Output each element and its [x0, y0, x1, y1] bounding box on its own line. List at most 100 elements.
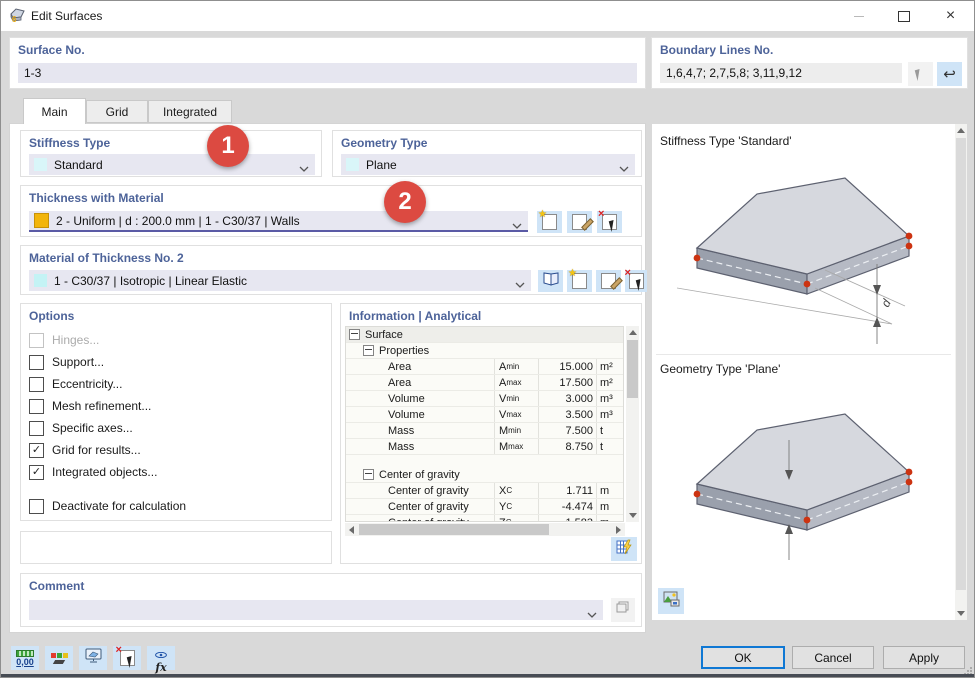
scroll-thumb[interactable]: [627, 340, 638, 398]
scroll-down-arrow[interactable]: [955, 607, 967, 620]
option-specific-axes[interactable]: Specific axes...: [29, 420, 133, 436]
table-row: Center of gravity ZC 1.583 m: [346, 515, 623, 521]
tree-row-surface[interactable]: Surface: [346, 327, 623, 343]
delete-thickness-button[interactable]: ×: [597, 208, 622, 233]
table-row: Area Amin 15.000 m²: [346, 359, 623, 375]
thickness-value: 2 - Uniform | d : 200.0 mm | 1 - C30/37 …: [56, 213, 300, 228]
support-checkbox[interactable]: [29, 354, 44, 370]
preview-panel: Stiffness Type 'Standard' d Geometry Typ…: [651, 123, 968, 621]
scroll-down-arrow[interactable]: [626, 509, 639, 522]
boundary-lines-input[interactable]: 1,6,4,7; 2,7,5,8; 3,11,9,12: [660, 63, 902, 83]
geometry-type-value: Plane: [366, 157, 397, 172]
chevron-down-icon: [619, 161, 629, 175]
information-label: Information | Analytical: [349, 309, 482, 323]
title-bar[interactable]: 6 Edit Surfaces ×: [1, 1, 974, 31]
units-text: 0,00: [16, 656, 34, 667]
boundary-lines-value: 1,6,4,7; 2,7,5,8; 3,11,9,12: [666, 66, 802, 80]
deactivate-checkbox[interactable]: [29, 498, 44, 514]
minimize-icon: [853, 15, 864, 17]
material-label: Material of Thickness No. 2: [29, 251, 184, 265]
ok-button[interactable]: OK: [701, 646, 785, 669]
stiffness-type-value: Standard: [54, 157, 103, 172]
comment-label: Comment: [29, 579, 85, 593]
formula-view-button[interactable]: fx: [147, 645, 175, 674]
edit-thickness-button[interactable]: [567, 211, 594, 233]
information-table[interactable]: Surface Properties Area Amin 15.000 m² A…: [345, 326, 624, 522]
rendering-view-button[interactable]: [79, 646, 107, 670]
reselect-lines-button[interactable]: ↩: [937, 62, 962, 86]
option-hinges: Hinges...: [29, 332, 99, 348]
table-row: Area Amax 17.500 m²: [346, 375, 623, 391]
info-horizontal-scrollbar[interactable]: [345, 523, 625, 536]
fx-text: fx: [155, 660, 167, 674]
tab-grid[interactable]: Grid: [86, 100, 148, 123]
eye-icon: [155, 645, 167, 663]
option-mesh-refinement[interactable]: Mesh refinement...: [29, 398, 151, 414]
color-squares-icon: [50, 652, 68, 658]
thickness-select[interactable]: 2 - Uniform | d : 200.0 mm | 1 - C30/37 …: [29, 211, 528, 232]
result-table-button[interactable]: [611, 537, 637, 561]
delete-material-icon: ×: [625, 267, 647, 291]
material-select[interactable]: 1 - C30/37 | Isotropic | Linear Elastic: [29, 270, 531, 291]
deactivate-label: Deactivate for calculation: [52, 499, 187, 513]
monitor-icon: [85, 648, 102, 668]
geometry-illustration: [677, 382, 932, 582]
option-eccentricity[interactable]: Eccentricity...: [29, 376, 122, 392]
collapse-icon[interactable]: [349, 329, 360, 340]
specific-axes-checkbox[interactable]: [29, 420, 44, 436]
integrated-objects-checkbox[interactable]: ✓: [29, 464, 44, 480]
comment-select[interactable]: [29, 600, 603, 620]
dimension-d-label: d: [878, 297, 894, 310]
cancel-button[interactable]: Cancel: [792, 646, 874, 669]
edit-material-button[interactable]: [596, 270, 623, 292]
collapse-icon[interactable]: [363, 345, 374, 356]
table-lightning-icon: [616, 539, 633, 560]
apply-button[interactable]: Apply: [883, 646, 965, 669]
grid-for-results-label: Grid for results...: [52, 443, 141, 457]
tab-main[interactable]: Main: [23, 98, 86, 124]
geometry-type-select[interactable]: Plane: [341, 154, 635, 175]
scroll-thumb[interactable]: [359, 524, 549, 535]
tree-row-properties[interactable]: Properties: [346, 343, 623, 359]
geometry-type-label: Geometry Type: [341, 136, 428, 150]
stiffness-illustration: d: [676, 156, 932, 356]
display-properties-button[interactable]: [45, 646, 73, 670]
stiffness-type-select[interactable]: Standard: [29, 154, 315, 175]
eccentricity-checkbox[interactable]: [29, 376, 44, 392]
tab-integrated[interactable]: Integrated: [148, 100, 232, 123]
mesh-refinement-label: Mesh refinement...: [52, 399, 152, 413]
preview-image-button[interactable]: [658, 588, 684, 614]
table-row: Mass Mmin 7.500 t: [346, 423, 623, 439]
units-settings-button[interactable]: 0,00: [11, 646, 39, 670]
scroll-thumb[interactable]: [956, 138, 966, 590]
grid-for-results-checkbox[interactable]: ✓: [29, 442, 44, 458]
boundary-lines-label: Boundary Lines No.: [660, 43, 774, 57]
option-grid-for-results[interactable]: ✓ Grid for results...: [29, 442, 141, 458]
scroll-up-arrow[interactable]: [955, 124, 967, 137]
delete-material-button[interactable]: ×: [625, 267, 647, 292]
info-vertical-scrollbar[interactable]: [626, 326, 639, 522]
delete-surface-button[interactable]: ×: [113, 644, 141, 670]
option-support[interactable]: Support...: [29, 354, 104, 370]
undo-arrow-icon: ↩: [943, 66, 956, 83]
surface-no-group: Surface No. 1-3: [9, 37, 646, 89]
scroll-right-arrow[interactable]: [612, 523, 625, 536]
preview-scrollbar[interactable]: [955, 124, 967, 620]
ruler-icon: [16, 649, 34, 657]
scroll-left-arrow[interactable]: [345, 523, 358, 536]
layers-icon: [616, 601, 630, 619]
collapse-icon[interactable]: [363, 469, 374, 480]
close-button[interactable]: ×: [926, 1, 974, 31]
scroll-up-arrow[interactable]: [626, 326, 639, 339]
material-library-button[interactable]: [538, 270, 563, 292]
new-thickness-button[interactable]: ★: [537, 209, 562, 233]
tree-row-center-of-gravity[interactable]: Center of gravity: [346, 467, 623, 483]
minimize-button[interactable]: [836, 1, 881, 31]
maximize-button[interactable]: [881, 1, 926, 31]
mesh-refinement-checkbox[interactable]: [29, 398, 44, 414]
new-material-button[interactable]: ★: [567, 268, 592, 292]
surface-no-input[interactable]: 1-3: [18, 63, 637, 83]
option-deactivate[interactable]: Deactivate for calculation: [29, 498, 186, 514]
stiffness-preview-title: Stiffness Type 'Standard': [660, 134, 792, 148]
option-integrated-objects[interactable]: ✓ Integrated objects...: [29, 464, 157, 480]
